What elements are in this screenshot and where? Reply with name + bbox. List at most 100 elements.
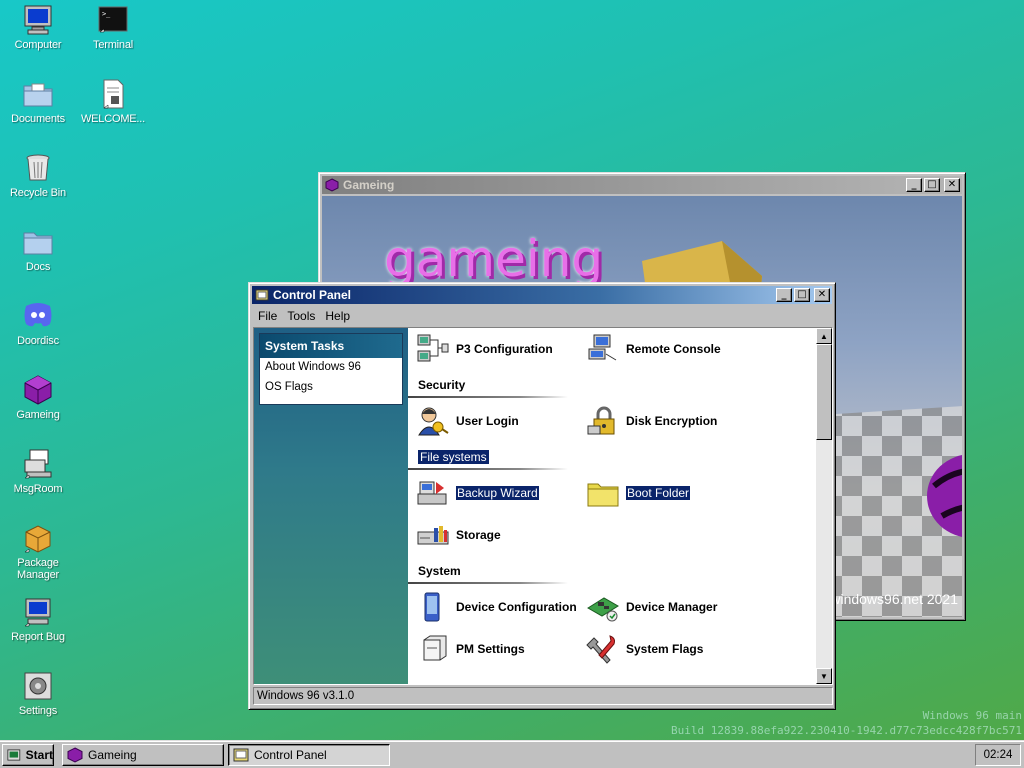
svg-text:>_: >_ bbox=[102, 10, 111, 18]
control-panel-window[interactable]: Control Panel _ □ ✕ File Tools Help Syst… bbox=[248, 282, 836, 710]
taskbar-task-control-panel[interactable]: Control Panel bbox=[228, 744, 390, 766]
section-system: System bbox=[418, 564, 461, 578]
item-boot-folder[interactable]: Boot Folder bbox=[586, 478, 691, 508]
item-pm-settings[interactable]: PM Settings bbox=[416, 634, 525, 664]
item-storage[interactable]: Storage bbox=[416, 520, 501, 550]
terminal-icon: >_ bbox=[98, 6, 128, 33]
desktop-icon-label: Settings bbox=[18, 705, 58, 717]
window-title: Control Panel bbox=[273, 288, 352, 302]
vertical-scrollbar[interactable]: ▲ ▼ bbox=[816, 328, 832, 684]
settings-icon bbox=[24, 672, 52, 700]
section-label: File systems bbox=[418, 450, 489, 464]
control-panel-items: P3 Configuration Remote Console Security bbox=[408, 328, 818, 684]
desktop-icon-settings[interactable]: Settings bbox=[0, 670, 76, 717]
scroll-up-button[interactable]: ▲ bbox=[816, 328, 832, 344]
game-credit: windows96.net 2021 bbox=[830, 591, 958, 607]
desktop-icon-label: Report Bug bbox=[11, 631, 65, 643]
gameing-titlebar[interactable]: Gameing _ □ ✕ bbox=[322, 176, 962, 194]
start-button[interactable]: Start bbox=[2, 744, 54, 766]
desktop-icon-documents[interactable]: Documents bbox=[0, 78, 76, 125]
desktop-icon-label: Documents bbox=[11, 113, 65, 125]
text-file-icon bbox=[103, 79, 124, 109]
phone-device-icon bbox=[424, 592, 440, 622]
item-system-flags[interactable]: System Flags bbox=[586, 634, 703, 664]
desktop-icon-computer[interactable]: Computer bbox=[0, 4, 76, 51]
desktop-icon-label: WELCOME... bbox=[80, 113, 145, 125]
control-panel-icon bbox=[233, 748, 249, 762]
desktop-icon-welcome[interactable]: WELCOME... bbox=[75, 78, 151, 125]
start-logo-icon bbox=[7, 749, 21, 761]
item-disk-encryption[interactable]: Disk Encryption bbox=[586, 406, 717, 436]
minimize-button[interactable]: _ bbox=[776, 288, 792, 302]
desktop-icon-label: Doordisc bbox=[17, 335, 59, 347]
minimize-button[interactable]: _ bbox=[906, 178, 922, 192]
section-file-systems: File systems bbox=[418, 450, 489, 464]
desktop-icon-label: MsgRoom bbox=[13, 483, 63, 495]
desktop-icon-package-manager[interactable]: Package Manager bbox=[0, 522, 76, 581]
item-device-manager[interactable]: Device Manager bbox=[586, 592, 717, 622]
build-watermark: Windows 96 main Build 12839.88efa922.230… bbox=[632, 708, 1022, 738]
desktop-icon-report-bug[interactable]: Report Bug bbox=[0, 596, 76, 643]
menu-tools[interactable]: Tools bbox=[282, 307, 320, 325]
scroll-thumb[interactable] bbox=[816, 344, 832, 440]
item-label: Device Manager bbox=[626, 600, 718, 614]
item-user-login[interactable]: User Login bbox=[416, 406, 519, 436]
watermark-line-2: Build 12839.88efa922.230410-1942.d77c73e… bbox=[671, 724, 1022, 737]
system-tasks-box: System Tasks About Windows 96 OS Flags bbox=[259, 333, 403, 405]
desktop-icon-gameing[interactable]: Gameing bbox=[0, 374, 76, 421]
desktop-icon-terminal[interactable]: >_ Terminal bbox=[75, 4, 151, 51]
desktop-icon-label: Recycle Bin bbox=[10, 187, 66, 199]
clock[interactable]: 02:24 bbox=[975, 744, 1021, 766]
control-panel-titlebar[interactable]: Control Panel _ □ ✕ bbox=[252, 286, 832, 304]
task-sidebar: System Tasks About Windows 96 OS Flags bbox=[254, 328, 408, 684]
section-security: Security bbox=[418, 378, 466, 392]
close-button[interactable]: ✕ bbox=[944, 178, 960, 192]
item-label: Boot Folder bbox=[626, 486, 691, 500]
package-icon bbox=[24, 525, 51, 553]
pm-settings-icon bbox=[423, 635, 447, 661]
task-link-os-flags[interactable]: OS Flags bbox=[260, 378, 402, 398]
task-link-about[interactable]: About Windows 96 bbox=[260, 358, 402, 378]
msgroom-icon bbox=[24, 449, 52, 479]
item-backup-wizard[interactable]: Backup Wizard bbox=[416, 478, 539, 508]
tools-icon bbox=[586, 635, 615, 664]
item-label: System Flags bbox=[626, 642, 704, 656]
task-label: Control Panel bbox=[254, 748, 327, 762]
desktop-icon-doordisc[interactable]: Doordisc bbox=[0, 300, 76, 347]
remote-console-icon bbox=[588, 334, 617, 361]
section-divider bbox=[408, 582, 568, 584]
folder-icon bbox=[23, 232, 53, 255]
taskbar-task-gameing[interactable]: Gameing bbox=[62, 744, 224, 766]
item-label: PM Settings bbox=[456, 642, 525, 656]
desktop-icon-docs[interactable]: Docs bbox=[0, 226, 76, 273]
task-label: Gameing bbox=[88, 748, 137, 762]
item-label: P3 Configuration bbox=[456, 342, 553, 356]
desktop-icon-label: Docs bbox=[25, 261, 51, 273]
desktop-icon-label: Computer bbox=[14, 39, 62, 51]
section-divider bbox=[408, 396, 568, 398]
report-bug-icon bbox=[24, 598, 51, 627]
system-tasks-heading: System Tasks bbox=[260, 334, 402, 358]
backup-drive-icon bbox=[417, 481, 447, 505]
doordisc-icon bbox=[24, 303, 52, 327]
close-button[interactable]: ✕ bbox=[814, 288, 830, 302]
item-label: Device Configuration bbox=[456, 600, 577, 614]
window-title: Gameing bbox=[343, 178, 395, 192]
item-p3-configuration[interactable]: P3 Configuration bbox=[416, 334, 553, 364]
item-label: User Login bbox=[456, 414, 519, 428]
scroll-down-button[interactable]: ▼ bbox=[816, 668, 832, 684]
item-label: Disk Encryption bbox=[626, 414, 718, 428]
status-bar: Windows 96 v3.1.0 bbox=[253, 687, 833, 705]
maximize-button[interactable]: □ bbox=[794, 288, 810, 302]
item-device-configuration[interactable]: Device Configuration bbox=[416, 592, 577, 622]
desktop-icon-recycle-bin[interactable]: Recycle Bin bbox=[0, 152, 76, 199]
maximize-button[interactable]: □ bbox=[924, 178, 940, 192]
menu-help[interactable]: Help bbox=[320, 307, 355, 325]
network-computers-icon bbox=[417, 334, 449, 362]
menu-file[interactable]: File bbox=[253, 307, 282, 325]
item-label: Backup Wizard bbox=[456, 486, 539, 500]
taskbar: Start Gameing Control Panel 02:24 bbox=[0, 740, 1024, 768]
item-remote-console[interactable]: Remote Console bbox=[586, 334, 721, 364]
menu-bar: File Tools Help bbox=[253, 307, 355, 325]
desktop-icon-msgroom[interactable]: MsgRoom bbox=[0, 448, 76, 495]
